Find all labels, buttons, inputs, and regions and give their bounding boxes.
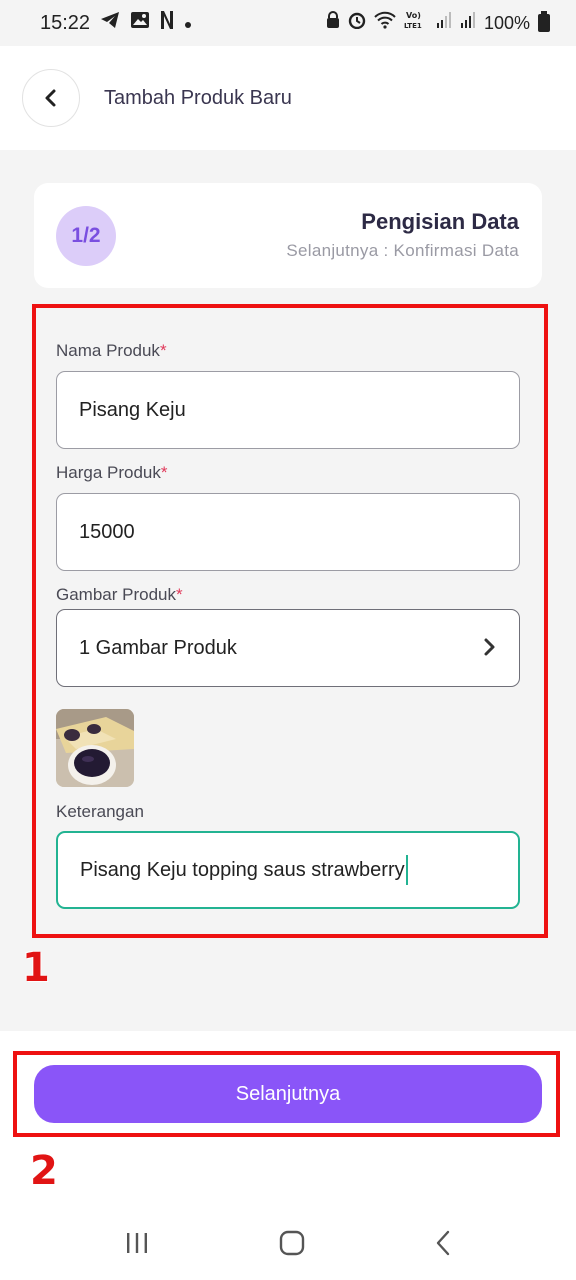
- recents-icon[interactable]: [125, 1231, 149, 1260]
- system-nav-bar: [0, 1210, 576, 1280]
- status-time: 15:22: [40, 11, 91, 34]
- dot-icon: [184, 12, 192, 35]
- annotation-box-1: [32, 304, 548, 938]
- battery-percent: 100%: [483, 13, 530, 33]
- annotation-box-2: [13, 1051, 560, 1137]
- status-bar: 15:22 Vo) LTE1 100%: [0, 0, 576, 46]
- step-indicator-card: 1/2 Pengisian Data Selanjutnya : Konfirm…: [34, 183, 542, 288]
- page-title: Tambah Produk Baru: [104, 86, 292, 109]
- app-bar: Tambah Produk Baru: [0, 46, 576, 150]
- step-subtitle: Selanjutnya : Konfirmasi Data: [286, 241, 519, 260]
- wifi-icon: [374, 11, 396, 35]
- volte-icon: Vo) LTE1: [404, 10, 428, 36]
- annotation-marker-2: 2: [30, 1148, 58, 1194]
- alarm-icon: [348, 11, 366, 35]
- step-title: Pengisian Data: [361, 209, 519, 234]
- back-button[interactable]: [22, 69, 80, 127]
- svg-text:LTE1: LTE1: [404, 22, 422, 30]
- lock-icon: [326, 11, 340, 35]
- signal-icon: [436, 11, 452, 35]
- back-icon[interactable]: [435, 1230, 451, 1261]
- gallery-icon: [130, 11, 150, 35]
- svg-text:Vo): Vo): [406, 11, 421, 20]
- telegram-icon: [100, 11, 120, 35]
- netflix-icon: [160, 10, 174, 36]
- step-badge: 1/2: [56, 206, 116, 266]
- chevron-left-icon: [45, 89, 56, 107]
- annotation-marker-1: 1: [22, 945, 50, 991]
- signal-icon: [460, 11, 476, 35]
- battery-icon: [538, 11, 550, 32]
- home-icon[interactable]: [279, 1230, 305, 1261]
